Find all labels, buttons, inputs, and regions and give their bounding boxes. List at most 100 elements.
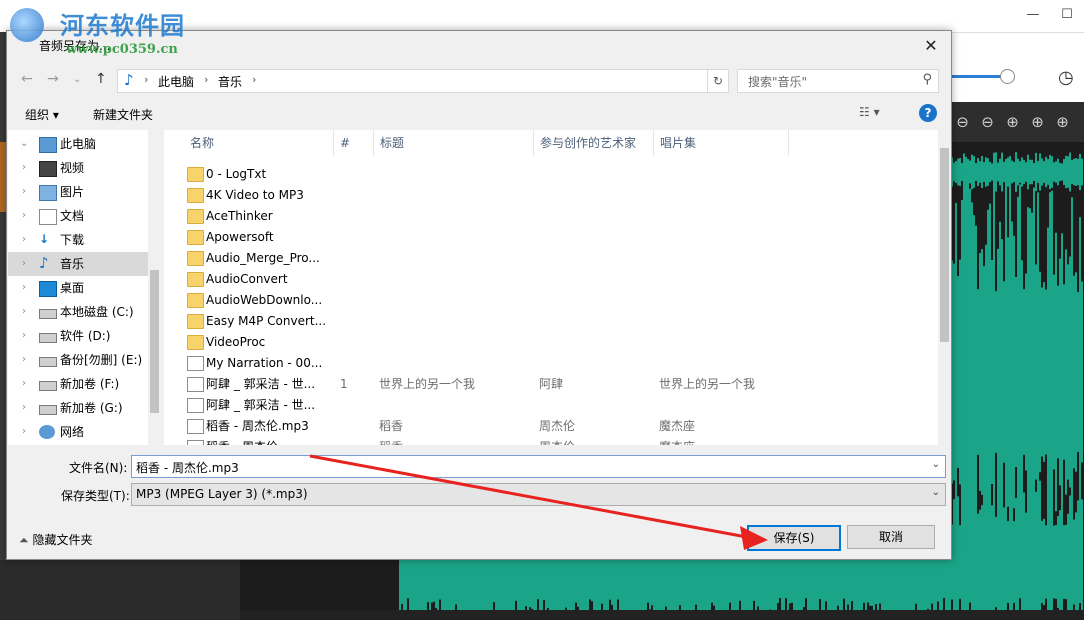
save-button[interactable]: 保存(S) [747,525,841,551]
column-header-number[interactable]: # [334,130,374,156]
chevron-right-icon[interactable]: › [22,372,26,396]
file-row[interactable]: Audio_Merge_Pro... [184,248,934,269]
file-row[interactable]: AudioConvert [184,269,934,290]
search-icon[interactable]: ⚲ [922,72,932,87]
organize-button[interactable]: 组织 ▾ [25,106,59,123]
minimize-icon[interactable]: — [1016,0,1050,32]
file-name: 阿肆 _ 郭采洁 - 世... [206,398,316,412]
file-row[interactable]: 稻香 - 周杰伦.mp3 稻香 周杰伦 魔杰座 [184,416,934,437]
close-icon[interactable]: ✕ [919,35,943,57]
file-row[interactable]: Easy M4P Convert... [184,311,934,332]
nav-item[interactable]: › 本地磁盘 (C:) [8,300,148,324]
zoom-out-icon[interactable]: ⊖ [975,102,1000,142]
history-icon[interactable]: ◷ [1058,67,1074,88]
video-icon [39,161,57,177]
nav-item[interactable]: › 新加卷 (G:) [8,396,148,420]
nav-item[interactable]: › 网络 [8,420,148,444]
chevron-right-icon[interactable]: › [22,300,26,324]
zoom-out-icon[interactable]: ⊖ [950,102,975,142]
chevron-right-icon[interactable]: › [22,252,26,276]
list-scrollbar-thumb[interactable] [940,148,949,342]
chevron-right-icon[interactable]: › [22,348,26,372]
chevron-right-icon[interactable]: › [22,396,26,420]
nav-item[interactable]: ⌄ 此电脑 [8,132,148,156]
command-bar: 组织 ▾ 新建文件夹 ☷ ▾ ? [7,101,951,127]
breadcrumb-separator-icon[interactable]: › [144,73,148,86]
file-row[interactable]: 0 - LogTxt [184,164,934,185]
zoom-in-icon[interactable]: ⊕ [1025,102,1050,142]
breadcrumb-separator-icon[interactable]: › [204,73,208,86]
maximize-icon[interactable]: ☐ [1050,0,1084,32]
chevron-down-icon[interactable]: ⌄ [932,459,940,470]
zoom-fit-icon[interactable]: ⊕ [1050,102,1075,142]
column-header-name[interactable]: 名称 [184,130,334,156]
up-arrow-icon[interactable]: ↑ [95,71,107,87]
folder-icon [187,272,204,287]
zoom-in-icon[interactable]: ⊕ [1000,102,1025,142]
app-toolbar: ◷ [950,32,1084,103]
breadcrumb-separator-icon[interactable]: › [252,73,256,86]
recent-dropdown-icon[interactable]: ⌄ [73,74,81,85]
new-folder-button[interactable]: 新建文件夹 [93,106,153,123]
refresh-icon[interactable]: ↻ [707,70,728,92]
column-header-artist[interactable]: 参与创作的艺术家 [534,130,654,156]
computer-icon [39,137,57,153]
address-bar[interactable]: ♪ › 此电脑 › 音乐 › ⌄ ↻ [117,69,809,93]
back-arrow-icon[interactable]: ← [21,71,33,87]
file-row[interactable]: My Narration - 00... [184,353,934,374]
file-row[interactable]: 阿肆 _ 郭采洁 - 世... [184,395,934,416]
nav-item[interactable]: › 备份[勿删] (E:) [8,348,148,372]
column-header-album[interactable]: 唱片集 [654,130,789,156]
hide-folders-toggle[interactable]: ⏶ 隐藏文件夹 [19,531,92,548]
address-row: ← → ⌄ ↑ ♪ › 此电脑 › 音乐 › ⌄ ↻ 搜索"音乐" ⚲ [7,67,951,95]
file-row[interactable]: Apowersoft [184,227,934,248]
search-box[interactable]: 搜索"音乐" ⚲ [737,69,939,93]
file-title: 稻香 [379,437,403,445]
chevron-right-icon[interactable]: › [22,204,26,228]
breadcrumb-music[interactable]: 音乐 [218,73,242,90]
chevron-down-icon[interactable]: ⌄ [20,132,28,156]
column-header-title[interactable]: 标题 [374,130,534,156]
chevron-right-icon[interactable]: › [22,420,26,444]
nav-item[interactable]: › ↓ 下载 [8,228,148,252]
nav-item-label: 新加卷 (G:) [60,401,123,415]
audio-file-icon [187,377,204,392]
nav-item-label: 新加卷 (F:) [60,377,120,391]
nav-item[interactable]: › 视频 [8,156,148,180]
file-row[interactable]: AudioWebDownlo... [184,290,934,311]
file-name: VideoProc [206,335,266,349]
view-options-icon[interactable]: ☷ ▾ [859,105,880,119]
drive-icon [39,405,57,415]
nav-item[interactable]: › ♪ 音乐 [8,252,148,276]
nav-item[interactable]: › 新加卷 (F:) [8,372,148,396]
chevron-down-icon[interactable]: ⌄ [932,487,940,498]
volume-slider-track[interactable] [950,75,1004,78]
nav-item[interactable]: › 文档 [8,204,148,228]
cancel-button[interactable]: 取消 [847,525,935,549]
nav-item[interactable]: › 软件 (D:) [8,324,148,348]
file-album: 魔杰座 [659,437,695,445]
nav-scrollbar[interactable] [148,130,161,445]
nav-item[interactable]: › 桌面 [8,276,148,300]
filename-input[interactable]: 稻香 - 周杰伦.mp3 ⌄ [131,455,946,478]
chevron-right-icon[interactable]: › [22,180,26,204]
file-row[interactable]: 阿肆 _ 郭采洁 - 世... 1 世界上的另一个我 阿肆 世界上的另一个我 [184,374,934,395]
filetype-select[interactable]: MP3 (MPEG Layer 3) (*.mp3) ⌄ [131,483,946,506]
volume-slider-knob[interactable] [1000,69,1015,84]
file-row[interactable]: 4K Video to MP3 [184,185,934,206]
file-row[interactable]: VideoProc [184,332,934,353]
nav-scrollbar-thumb[interactable] [150,270,159,413]
file-row[interactable]: AceThinker [184,206,934,227]
folder-icon [187,230,204,245]
chevron-right-icon[interactable]: › [22,276,26,300]
file-row[interactable]: 稻香 - 周杰伦 稻香 周杰伦 魔杰座 [184,437,934,445]
chevron-right-icon[interactable]: › [22,156,26,180]
forward-arrow-icon[interactable]: → [47,71,59,87]
chevron-right-icon[interactable]: › [22,228,26,252]
help-icon[interactable]: ? [919,104,937,122]
chevron-right-icon[interactable]: › [22,324,26,348]
nav-item[interactable]: › 图片 [8,180,148,204]
window-controls: — ☐ [1016,0,1084,32]
breadcrumb-this-pc[interactable]: 此电脑 [158,73,194,90]
list-scrollbar[interactable] [938,130,951,445]
